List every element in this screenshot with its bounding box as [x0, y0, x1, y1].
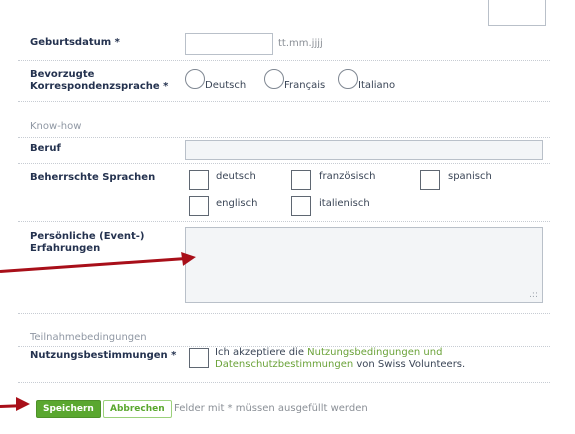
checkbox-italienisch[interactable]: [291, 196, 311, 216]
languages-label: Beherrschte Sprachen: [30, 172, 156, 183]
divider: [18, 101, 550, 102]
birthdate-label: Geburtsdatum *: [30, 37, 120, 48]
divider: [18, 221, 550, 222]
divider: [18, 60, 550, 61]
form-panel: Geburtsdatum * tt.mm.jjjj Bevorzugte Kor…: [18, 0, 550, 434]
checkbox-deutsch[interactable]: [189, 170, 209, 190]
experiences-textarea[interactable]: .::: [185, 227, 543, 303]
checkbox-label-spanisch: spanisch: [448, 171, 492, 182]
divider: [18, 163, 550, 164]
checkbox-englisch[interactable]: [189, 196, 209, 216]
terms-text-after: von Swiss Volunteers.: [353, 359, 466, 370]
divider: [18, 137, 550, 138]
terms-text: Ich akzeptiere die Nutzungsbedingungen u…: [215, 347, 535, 371]
radio-label-francais: Français: [284, 80, 326, 91]
section-knowhow-heading: Know-how: [30, 121, 82, 132]
occupation-label: Beruf: [30, 143, 61, 154]
divider: [18, 313, 550, 314]
section-conditions-heading: Teilnahmebedingungen: [30, 332, 147, 343]
radio-label-deutsch: Deutsch: [205, 80, 247, 91]
terms-text-before: Ich akzeptiere die: [215, 347, 308, 358]
cancel-button[interactable]: Abbrechen: [103, 400, 172, 418]
checkbox-spanisch[interactable]: [420, 170, 440, 190]
divider: [18, 382, 550, 383]
checkbox-label-franzoesisch: französisch: [319, 171, 376, 182]
required-note: Felder mit * müssen ausgefüllt werden: [174, 403, 368, 414]
radio-label-italiano: Italiano: [358, 80, 396, 91]
radio-francais[interactable]: [264, 69, 284, 89]
resize-handle-icon[interactable]: .::: [529, 290, 538, 300]
radio-italiano[interactable]: [338, 69, 358, 89]
checkbox-terms[interactable]: [189, 348, 209, 368]
checkbox-franzoesisch[interactable]: [291, 170, 311, 190]
preferred-language-label: Bevorzugte Korrespondenzsprache *: [30, 69, 169, 92]
checkbox-label-englisch: englisch: [216, 198, 258, 209]
terms-label: Nutzungsbestimmungen *: [30, 350, 177, 361]
checkbox-label-deutsch: deutsch: [216, 171, 256, 182]
birthdate-format-hint: tt.mm.jjjj: [278, 38, 323, 49]
birthdate-input[interactable]: [185, 33, 273, 55]
occupation-input[interactable]: [185, 140, 543, 160]
checkbox-label-italienisch: italienisch: [319, 198, 370, 209]
top-partial-box: [488, 0, 546, 26]
experiences-label: Persönliche (Event-) Erfahrungen: [30, 231, 145, 254]
radio-deutsch[interactable]: [185, 69, 205, 89]
save-button[interactable]: Speichern: [36, 400, 101, 418]
